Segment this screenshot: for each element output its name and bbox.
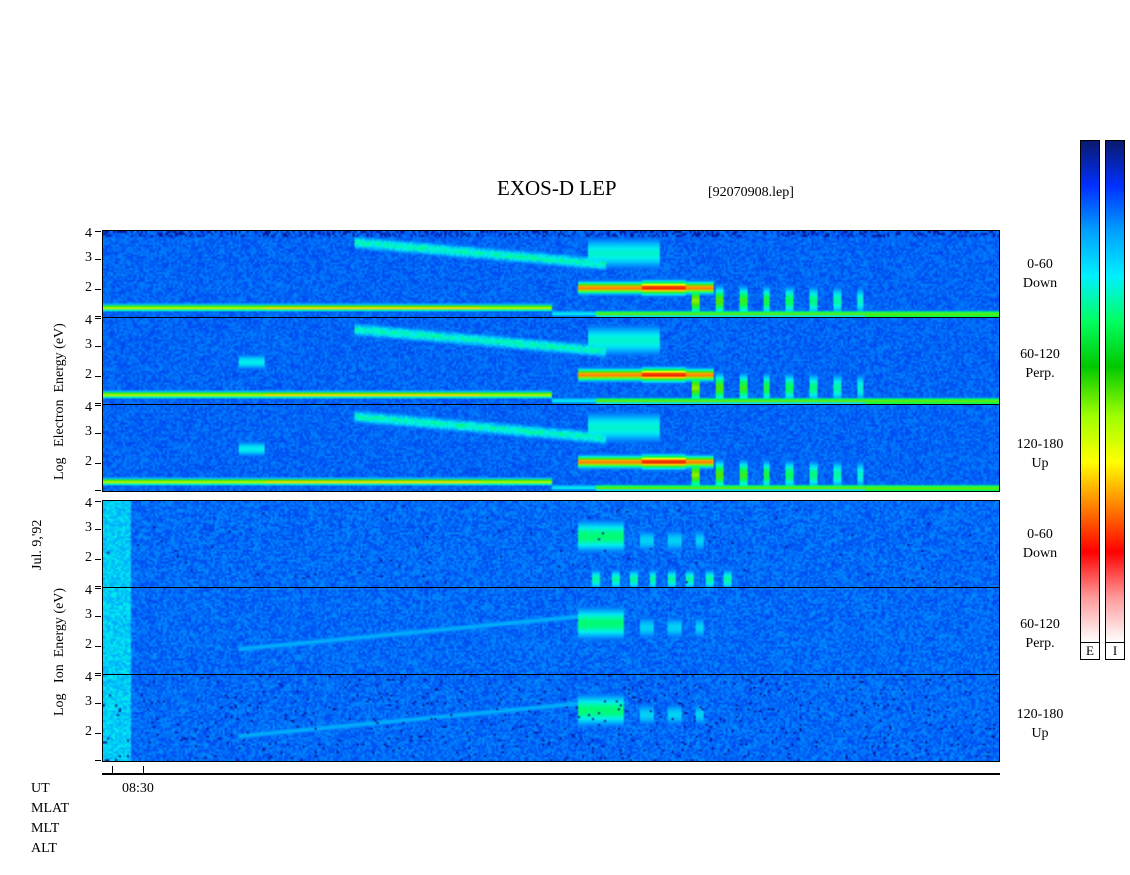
colorbar-electron-label: E (1080, 642, 1100, 660)
y-tick-label: 4 (85, 583, 92, 598)
y-tick-label: 2 (85, 637, 92, 652)
row-label-mlt: MLT (31, 821, 60, 836)
spectrogram-electron-down (103, 231, 999, 317)
date-label: Jul. 9,'92 (30, 519, 45, 570)
y-tick (95, 289, 101, 290)
colorbar-electron (1080, 140, 1100, 643)
label-ion-up: 120-180 Up (1016, 707, 1064, 741)
page-title: EXOS-D LEP (497, 176, 617, 200)
y-tick (95, 501, 101, 502)
y-tick-label: 2 (85, 280, 92, 295)
y-tick-label: 4 (85, 400, 92, 415)
spectrogram-ion-up (103, 675, 999, 761)
y-tick-label: 2 (85, 454, 92, 469)
panel-ion-perp (102, 587, 1000, 675)
y-tick (95, 376, 101, 377)
label-electron-down: 0-60 Down (1022, 257, 1058, 291)
panel-electron-down (102, 230, 1000, 318)
colorbar-ion-label: I (1105, 642, 1125, 660)
y-tick (95, 588, 101, 589)
y-tick-label: 2 (85, 550, 92, 565)
panel-ion-down (102, 500, 1000, 588)
y-tick (95, 403, 101, 404)
file-name: [92070908.lep] (708, 185, 794, 200)
y-tick-label: 2 (85, 367, 92, 382)
colorbar-ion (1105, 140, 1125, 643)
y-tick-label: 3 (85, 250, 92, 265)
label-ion-down: 0-60 Down (1022, 527, 1058, 561)
row-label-alt: ALT (31, 841, 57, 856)
y-tick-label: 2 (85, 724, 92, 739)
y-tick-label: 3 (85, 337, 92, 352)
spectrogram-ion-down (103, 501, 999, 587)
y-tick (95, 318, 101, 319)
y-tick (95, 673, 101, 674)
y-tick-label: 3 (85, 694, 92, 709)
spectrogram-electron-perp (103, 318, 999, 404)
spectrogram-ion-perp (103, 588, 999, 674)
y-tick (95, 586, 101, 587)
time-tick-label: 08:30 (122, 781, 154, 796)
y-tick (95, 675, 101, 676)
y-tick (95, 316, 101, 317)
ion-axis-label: Log Ion Energy (eV) (52, 587, 67, 716)
y-tick-label: 4 (85, 496, 92, 511)
y-tick (95, 703, 101, 704)
time-axis-minor-tick (112, 766, 113, 774)
electron-axis-label: Log Electron Energy (eV) (52, 323, 67, 480)
y-tick (95, 433, 101, 434)
row-label-ut: UT (31, 781, 50, 796)
time-axis-tick (143, 766, 144, 774)
y-tick (95, 760, 101, 761)
y-tick (95, 616, 101, 617)
y-tick (95, 405, 101, 406)
label-electron-up: 120-180 Up (1016, 437, 1064, 471)
y-tick (95, 346, 101, 347)
panel-electron-perp (102, 317, 1000, 405)
label-ion-perp: 60-120 Perp. (1020, 617, 1060, 651)
y-tick (95, 231, 101, 232)
y-tick (95, 529, 101, 530)
y-tick-label: 3 (85, 607, 92, 622)
y-tick-label: 4 (85, 226, 92, 241)
y-tick (95, 490, 101, 491)
y-tick-label: 4 (85, 670, 92, 685)
label-electron-perp: 60-120 Perp. (1020, 347, 1060, 381)
panel-electron-up (102, 404, 1000, 492)
y-tick (95, 259, 101, 260)
y-tick-label: 4 (85, 313, 92, 328)
y-tick-label: 3 (85, 520, 92, 535)
y-tick-label: 3 (85, 424, 92, 439)
y-tick (95, 463, 101, 464)
y-tick (95, 646, 101, 647)
row-label-mlat: MLAT (31, 801, 70, 816)
y-tick (95, 733, 101, 734)
time-axis (102, 773, 1000, 775)
spectrogram-electron-up (103, 405, 999, 491)
y-tick (95, 559, 101, 560)
panel-ion-up (102, 674, 1000, 762)
